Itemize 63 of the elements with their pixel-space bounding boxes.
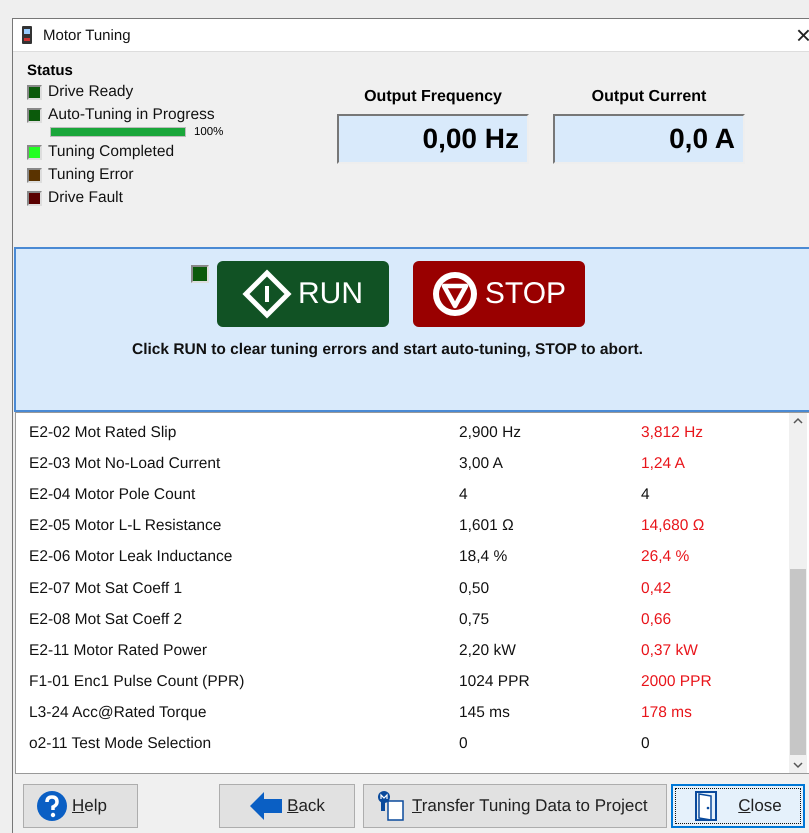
run-button[interactable]: RUN: [216, 261, 388, 327]
status-heading: Status: [27, 62, 74, 79]
tuned-value: 14,680 Ω: [641, 517, 704, 536]
close-icon[interactable]: ×: [796, 22, 809, 48]
status-label: Tuning Completed: [48, 143, 174, 161]
readout-label: Output Current: [590, 88, 708, 106]
tuned-value: 4: [641, 486, 650, 504]
current-value: 1,601 Ω: [459, 517, 515, 536]
current-value: 0,50: [459, 580, 490, 598]
tuned-value: 0: [641, 735, 650, 754]
current-value: 2,900 Hz: [459, 424, 522, 442]
tuned-value: 2000 PPR: [641, 673, 712, 692]
parameter-name: o2-11 Test Mode Selection: [28, 735, 212, 754]
parameter-name: E2-07 Mot Sat Coeff 1: [28, 580, 184, 598]
run-icon: [242, 269, 292, 319]
parameter-name: E2-04 Motor Pole Count: [28, 486, 196, 504]
current-value: 18,4 %: [459, 548, 508, 566]
parameter-name: E2-05 Motor L-L Resistance: [28, 517, 222, 536]
tuned-value: 1,24 A: [641, 454, 685, 473]
tuned-value: 178 ms: [641, 704, 692, 722]
transfer-button[interactable]: Transfer Tuning Data to Project: [363, 784, 667, 828]
door-icon: [694, 790, 718, 822]
stop-icon: [430, 270, 479, 318]
status-label: Auto-Tuning in Progress: [48, 106, 215, 124]
app-icon: [21, 26, 33, 44]
parameter-name: F1-01 Enc1 Pulse Count (PPR): [28, 673, 246, 692]
readout-value: 0,00 Hz: [337, 114, 529, 164]
tuned-value: 0,42: [641, 580, 672, 598]
readout-label: Output Frequency: [363, 88, 503, 106]
scrollbar-thumb[interactable]: [790, 569, 806, 755]
status-label: Drive Ready: [48, 83, 134, 101]
parameter-name: E2-02 Mot Rated Slip: [28, 424, 178, 442]
close-button[interactable]: Close: [671, 784, 805, 828]
tuned-value: 0,66: [641, 610, 672, 629]
parameter-name: L3-24 Acc@Rated Torque: [28, 704, 208, 722]
parameter-name: E2-08 Mot Sat Coeff 2: [28, 610, 184, 629]
scrollbar[interactable]: [789, 413, 807, 773]
help-button[interactable]: Help: [23, 784, 138, 828]
instruction-text: Click RUN to clear tuning errors and start auto-tuning, STOP to abort.: [132, 341, 643, 359]
back-button[interactable]: Back: [219, 784, 355, 828]
tuned-value: 0,37 kW: [641, 642, 698, 660]
scroll-down-icon[interactable]: [793, 761, 803, 769]
status-label: Tuning Error: [48, 166, 134, 184]
current-value: 2,20 kW: [459, 642, 517, 660]
current-value: 4: [459, 486, 469, 504]
status-label: Drive Fault: [48, 189, 123, 207]
window-title: Motor Tuning: [43, 26, 131, 44]
parameter-name: E2-06 Motor Leak Inductance: [28, 548, 234, 566]
scroll-up-icon[interactable]: [793, 417, 803, 425]
back-arrow-icon: [249, 790, 284, 822]
current-value: 1024 PPR: [459, 673, 531, 692]
tuned-value: 3,812 Hz: [641, 424, 704, 442]
readout-value: 0,0 A: [553, 114, 745, 164]
parameter-name: E2-03 Mot No-Load Current: [28, 454, 222, 473]
help-icon: [36, 790, 68, 822]
progress-percent: 100%: [194, 126, 224, 138]
current-value: 145 ms: [459, 704, 511, 722]
tuned-value: 26,4 %: [641, 548, 690, 566]
parameter-name: E2-11 Motor Rated Power: [28, 642, 208, 660]
current-value: 0: [459, 735, 469, 754]
current-value: 3,00 A: [459, 454, 504, 473]
stop-button[interactable]: STOP: [412, 261, 584, 327]
current-value: 0,75: [459, 610, 490, 629]
